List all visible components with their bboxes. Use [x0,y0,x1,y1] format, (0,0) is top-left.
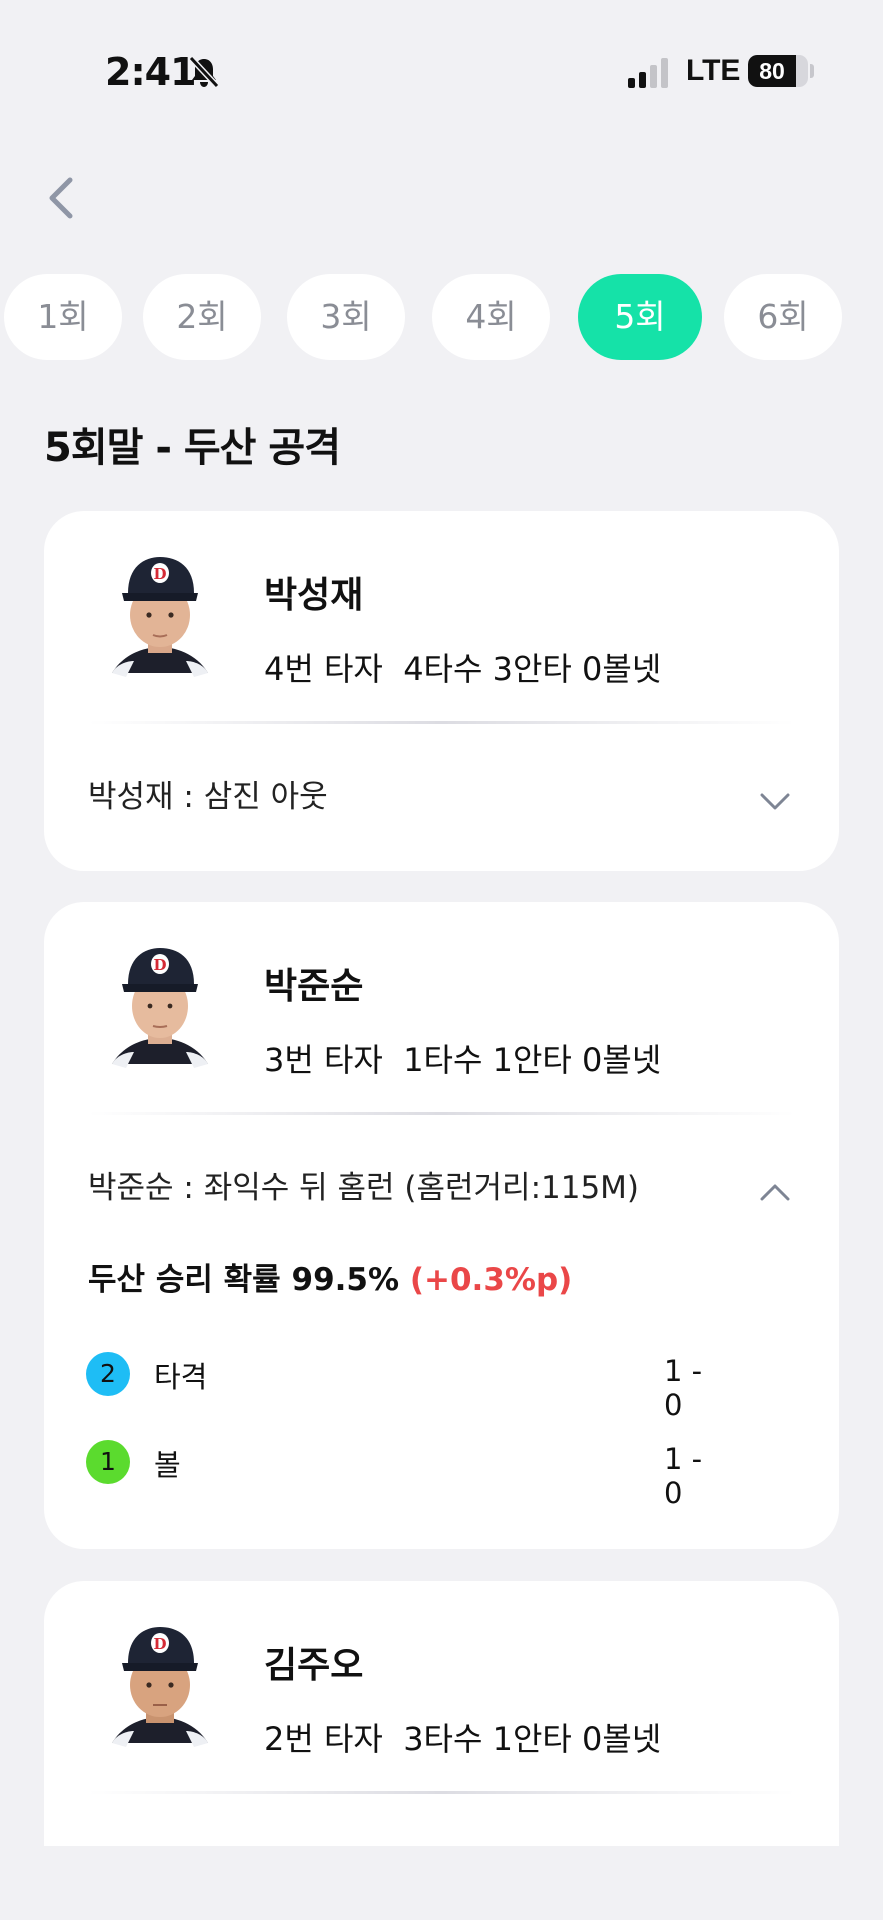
player-name: 박준순 [264,966,364,1007]
pitch-row: 2 타격 1 - 0 [86,1352,726,1422]
win-probability: 두산 승리 확률 99.5% (+0.3%p) [88,1254,572,1299]
win-probability-delta: (+0.3%p) [409,1262,573,1298]
at-bat-result: 박준순 : 좌익수 뒤 홈런 (홈런거리:115M) [88,1170,640,1206]
player-name: 김주오 [264,1645,364,1686]
pitch-count: 1 - 0 [664,1354,703,1422]
player-card[interactable]: D 박준순 3번 타자 1타수 1안타 0볼넷 박준순 : 좌익수 뒤 홈런 (… [44,902,839,1549]
player-photo: D [112,557,208,677]
bell-off-icon [188,55,220,89]
svg-text:D: D [153,1635,166,1653]
player-name: 박성재 [264,575,364,616]
player-stats: 2번 타자 3타수 1안타 0볼넷 [264,1720,662,1758]
player-card[interactable]: D 박성재 4번 타자 4타수 3안타 0볼넷 박성재 : 삼진 아웃 [44,511,839,871]
player-stats: 4번 타자 4타수 3안타 0볼넷 [264,650,662,688]
pitch-type: 타격 [154,1360,208,1394]
tab-inning-5[interactable]: 5회 [578,274,702,360]
chevron-down-icon[interactable] [758,789,792,813]
section-title: 5회말 - 두산 공격 [44,425,341,471]
pitch-count: 1 - 0 [664,1442,703,1510]
player-photo: D [112,1627,208,1747]
status-time: 2:41 [105,50,197,94]
svg-text:D: D [153,565,166,583]
divider [88,721,795,724]
status-bar: 2:41 LTE 80 [0,0,883,140]
win-probability-text: 두산 승리 확률 99.5% [88,1262,400,1298]
pitch-row: 1 볼 1 - 0 [86,1440,726,1510]
back-chevron-icon[interactable] [40,170,84,226]
at-bat-result: 박성재 : 삼진 아웃 [88,779,328,815]
chevron-up-icon[interactable] [758,1180,792,1204]
pitch-type: 볼 [154,1448,181,1482]
divider [88,1791,795,1794]
player-stats: 3번 타자 1타수 1안타 0볼넷 [264,1041,662,1079]
scroll-clip-area [0,1846,883,1920]
svg-text:D: D [153,956,166,974]
pitch-number-badge: 1 [86,1440,130,1484]
tab-inning-1[interactable]: 1회 [4,274,122,360]
divider [88,1112,795,1115]
signal-icon [628,58,668,88]
tab-inning-3[interactable]: 3회 [287,274,405,360]
player-photo: D [112,948,208,1068]
tab-inning-2[interactable]: 2회 [143,274,261,360]
network-type: LTE [686,54,741,87]
tab-inning-6[interactable]: 6회 [724,274,842,360]
battery-level: 80 [759,58,785,84]
battery-cap [810,64,814,78]
tab-inning-4[interactable]: 4회 [432,274,550,360]
battery-icon: 80 [748,55,808,87]
pitch-number-badge: 2 [86,1352,130,1396]
